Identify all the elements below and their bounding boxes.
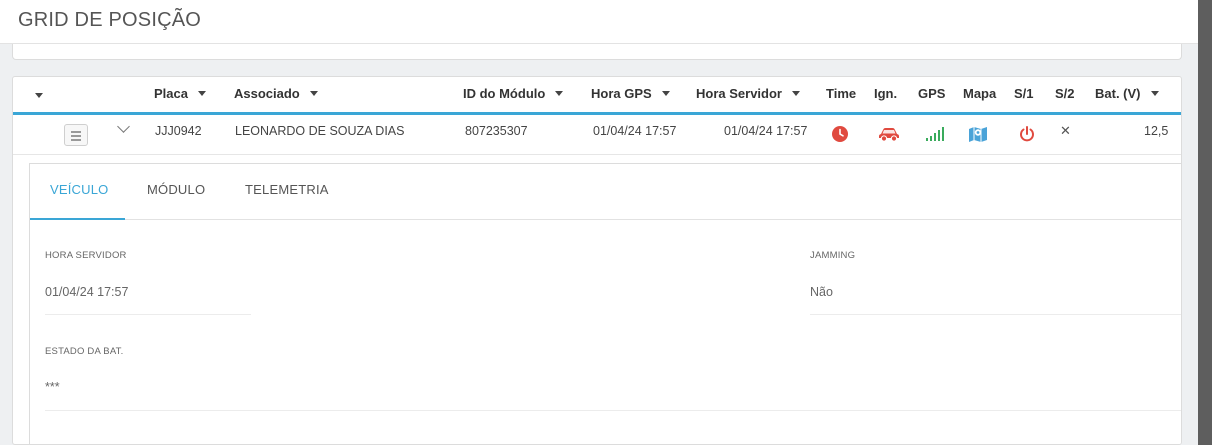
column-header-time[interactable]: Time xyxy=(826,86,856,101)
chevron-down-icon[interactable] xyxy=(117,120,130,133)
column-header-associado[interactable]: Associado xyxy=(234,86,318,101)
field-value-jamming: Não xyxy=(810,285,833,299)
page-title: GRID DE POSIÇÃO xyxy=(18,9,202,31)
active-tab-indicator xyxy=(30,218,125,220)
sort-caret-icon xyxy=(197,91,206,96)
column-header-label: Associado xyxy=(234,86,300,101)
grid-header: Placa Associado ID do Módulo Hora GPS Ho… xyxy=(13,77,1181,115)
sort-caret-icon xyxy=(791,91,800,96)
car-icon[interactable] xyxy=(878,126,900,142)
column-header-label: Placa xyxy=(154,86,188,101)
power-icon[interactable] xyxy=(1018,125,1036,143)
field-divider xyxy=(45,314,251,315)
column-header-label: S/1 xyxy=(1014,86,1034,101)
column-header-label: Ign. xyxy=(874,86,898,101)
column-header-s2[interactable]: S/2 xyxy=(1055,86,1075,101)
cell-id-modulo: 807235307 xyxy=(465,124,528,138)
clock-icon[interactable] xyxy=(831,125,849,143)
sort-caret-icon xyxy=(661,91,670,96)
column-header-id-modulo[interactable]: ID do Módulo xyxy=(463,86,564,101)
tab-modulo[interactable]: MÓDULO xyxy=(147,182,205,197)
column-header-label: Bat. (V) xyxy=(1095,86,1141,101)
field-divider xyxy=(810,314,1181,315)
row-menu-button[interactable] xyxy=(64,124,88,146)
column-header-gps[interactable]: GPS xyxy=(918,86,945,101)
signal-bars-icon[interactable] xyxy=(925,126,945,142)
column-header-label: Mapa xyxy=(963,86,997,101)
field-value-hora-servidor: 01/04/24 17:57 xyxy=(45,285,129,299)
column-header-label: GPS xyxy=(918,86,946,101)
cell-bat: 12,5 xyxy=(1144,124,1169,138)
position-grid: Placa Associado ID do Módulo Hora GPS Ho… xyxy=(12,76,1182,445)
sort-caret-icon xyxy=(309,91,318,96)
field-label-estado-bat: ESTADO DA BAT. xyxy=(45,346,124,357)
field-label-jamming: JAMMING xyxy=(810,250,856,261)
close-icon: ✕ xyxy=(1060,123,1071,138)
field-label-hora-servidor: HORA SERVIDOR xyxy=(45,250,127,261)
field-value-estado-bat: *** xyxy=(45,380,60,394)
scrollbar[interactable] xyxy=(1198,0,1212,445)
column-header-label: Hora GPS xyxy=(591,86,652,101)
cell-hora-servidor: 01/04/24 17:57 xyxy=(724,124,808,138)
tab-telemetria[interactable]: TELEMETRIA xyxy=(245,182,329,197)
detail-panel: VEÍCULO MÓDULO TELEMETRIA HORA SERVIDOR … xyxy=(29,163,1181,444)
column-header-label: ID do Módulo xyxy=(463,86,546,101)
sort-caret-icon xyxy=(555,91,564,96)
cell-associado: LEONARDO DE SOUZA DIAS xyxy=(235,124,405,138)
column-header-hora-servidor[interactable]: Hora Servidor xyxy=(696,86,800,101)
tab-veiculo[interactable]: VEÍCULO xyxy=(50,182,108,197)
column-header-bat[interactable]: Bat. (V) xyxy=(1095,86,1159,101)
expand-column-sort-icon[interactable] xyxy=(35,93,43,98)
column-header-label: S/2 xyxy=(1055,86,1075,101)
filter-card xyxy=(12,44,1182,60)
column-header-placa[interactable]: Placa xyxy=(154,86,206,101)
column-header-s1[interactable]: S/1 xyxy=(1014,86,1034,101)
map-icon[interactable] xyxy=(968,125,988,143)
column-header-mapa[interactable]: Mapa xyxy=(963,86,996,101)
cell-placa: JJJ0942 xyxy=(155,124,202,138)
column-header-label: Hora Servidor xyxy=(696,86,782,101)
sort-caret-icon xyxy=(1150,91,1159,96)
field-divider xyxy=(45,410,1181,411)
detail-tabs: VEÍCULO MÓDULO TELEMETRIA xyxy=(30,164,1181,220)
column-header-ign[interactable]: Ign. xyxy=(874,86,897,101)
page-header: GRID DE POSIÇÃO xyxy=(0,0,1198,44)
cell-hora-gps: 01/04/24 17:57 xyxy=(593,124,677,138)
table-row[interactable]: JJJ0942 LEONARDO DE SOUZA DIAS 807235307… xyxy=(13,115,1181,155)
column-header-label: Time xyxy=(826,86,857,101)
column-header-hora-gps[interactable]: Hora GPS xyxy=(591,86,670,101)
